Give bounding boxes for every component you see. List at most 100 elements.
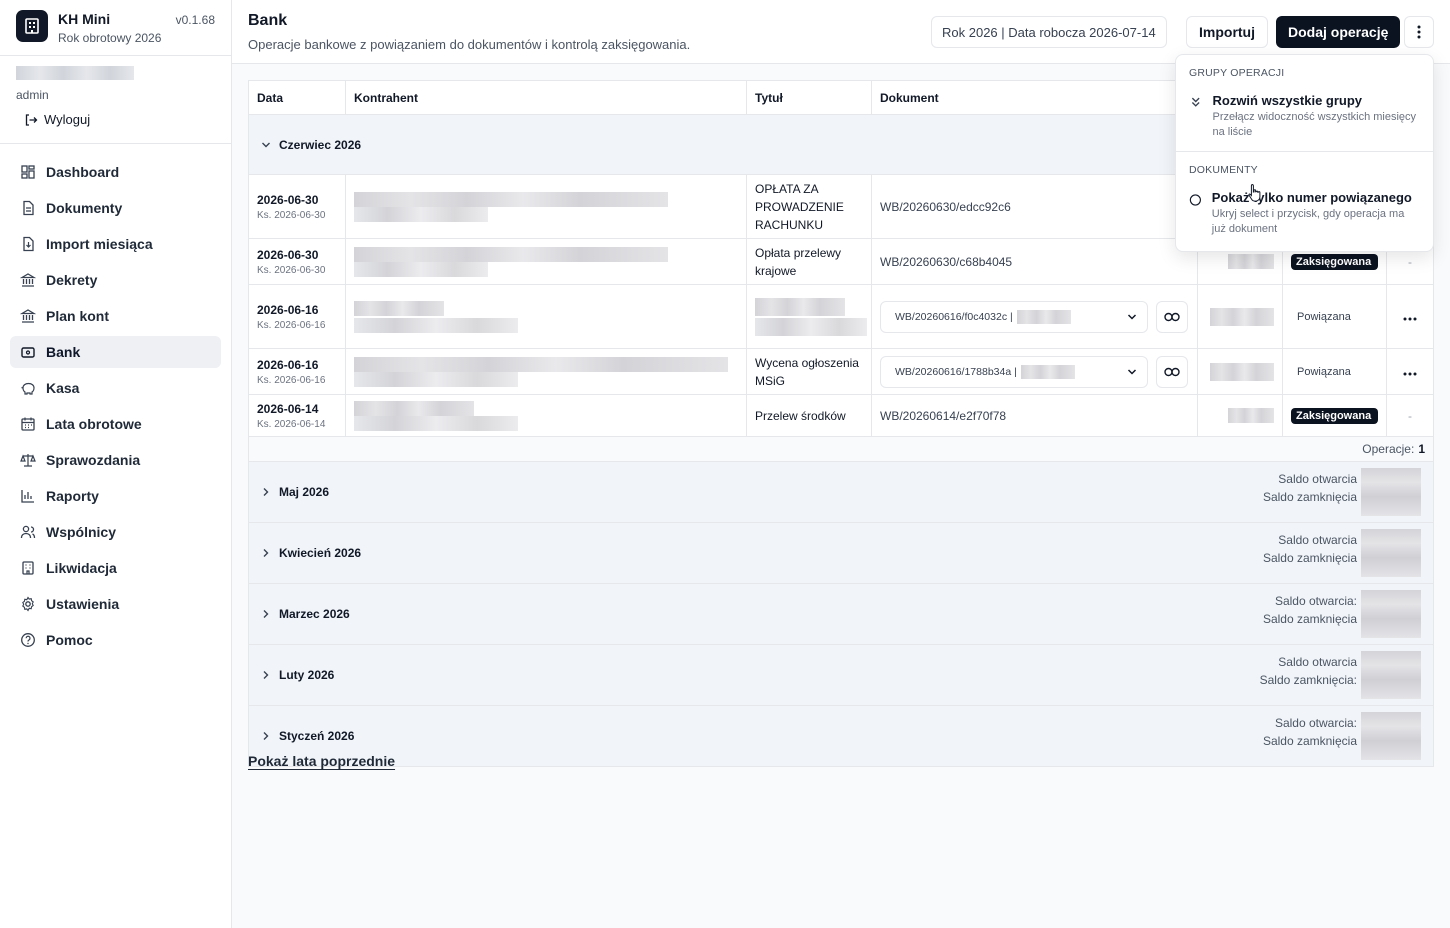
piggy-bank-icon: [21, 382, 35, 395]
kontrahent-redacted: [354, 317, 518, 333]
link-document-button[interactable]: [1156, 300, 1188, 333]
column-header-dokument[interactable]: Dokument: [872, 81, 1198, 114]
sidebar-item-label: Dokumenty: [46, 200, 123, 216]
group-header-maj[interactable]: Maj 2026 Saldo otwarcia Saldo zamknięcia: [249, 461, 1433, 522]
add-operation-button[interactable]: Dodaj operację: [1276, 16, 1401, 48]
status-badge: Powiązana: [1297, 365, 1351, 378]
show-previous-years-link[interactable]: Pokaż lata poprzednie: [248, 753, 395, 769]
radio-unchecked-icon[interactable]: [1189, 192, 1202, 208]
saldo-close-label: Saldo zamknięcia: [1262, 612, 1357, 626]
more-vertical-icon: [1417, 25, 1421, 39]
brand: KH Mini Rok obrotowy 2026 v0.1.68: [0, 0, 231, 56]
link-icon: [1164, 367, 1180, 376]
sidebar-item-lata-obrotowe[interactable]: Lata obrotowe: [10, 408, 221, 440]
amount-redacted: [1210, 362, 1274, 381]
sidebar-item-dekrety[interactable]: Dekrety: [10, 264, 221, 296]
group-label: Luty 2026: [279, 668, 335, 682]
sidebar-item-label: Import miesiąca: [46, 236, 153, 252]
app-version: v0.1.68: [175, 13, 215, 27]
operations-count: Operacje: 1: [249, 437, 1433, 461]
title-redacted: [755, 317, 867, 336]
operation-title: Wycena ogłoszenia MSiG: [755, 355, 859, 388]
document-select[interactable]: WB/20260616/f0c4032c |: [880, 300, 1148, 333]
amount-redacted: [1210, 307, 1274, 326]
saldo-close-label: Saldo zamknięcia:: [1259, 673, 1357, 687]
date-cell: 2026-06-30 Ks. 2026-06-30: [249, 175, 346, 238]
logout-button[interactable]: Wyloguj: [24, 112, 215, 127]
sidebar-item-dashboard[interactable]: Dashboard: [10, 156, 221, 188]
operation-title: OPŁATA ZA PROWADZENIE RACHUNKU: [755, 181, 844, 232]
document-cell: WB/20260630/edcc92c6: [872, 175, 1198, 238]
sidebar-item-likwidacja[interactable]: Likwidacja: [10, 552, 221, 584]
user-role: admin: [16, 88, 49, 102]
document-select-value: WB/20260616/1788b34a |: [895, 365, 1017, 378]
kontrahent-redacted: [354, 356, 728, 372]
saldo-redacted: [1361, 468, 1421, 516]
document-number: WB/20260630/c68b4045: [880, 254, 1013, 269]
group-header-kwiecien[interactable]: Kwiecień 2026 Saldo otwarcia Saldo zamkn…: [249, 522, 1433, 583]
import-button[interactable]: Importuj: [1186, 16, 1268, 48]
table-row[interactable]: 2026-06-16 Ks. 2026-06-16 Wycena ogłosze…: [249, 349, 1433, 395]
group-header-styczen[interactable]: Styczeń 2026 Saldo otwarcia: Saldo zamkn…: [249, 705, 1433, 766]
show-linked-number-only-desc: Ukryj select i przycisk, gdy operacja ma…: [1211, 208, 1405, 235]
booking-date: Ks. 2026-06-16: [257, 374, 326, 386]
amount-redacted: [1228, 254, 1274, 269]
table-row[interactable]: 2026-06-16 Ks. 2026-06-16 WB/20260616/f0…: [249, 285, 1433, 349]
title-cell: OPŁATA ZA PROWADZENIE RACHUNKU: [747, 175, 872, 238]
sidebar-item-pomoc[interactable]: Pomoc: [10, 624, 221, 656]
kontrahent-cell: [346, 395, 747, 436]
show-linked-number-only-item[interactable]: Pokaż tylko numer powiązanego Ukryj sele…: [1176, 190, 1433, 237]
status-cell: Powiązana: [1283, 349, 1387, 394]
booking-date: Ks. 2026-06-14: [257, 418, 326, 430]
nav: Dashboard Dokumenty Import miesiąca Dekr…: [0, 144, 231, 656]
sidebar-item-wspolnicy[interactable]: Wspólnicy: [10, 516, 221, 548]
title-cell: [747, 285, 872, 348]
date-cell: 2026-06-16 Ks. 2026-06-16: [249, 349, 346, 394]
document-select[interactable]: WB/20260616/1788b34a |: [880, 355, 1148, 388]
saldo-redacted: [1361, 529, 1421, 577]
wallet-icon: [21, 347, 35, 358]
sidebar-item-kasa[interactable]: Kasa: [10, 372, 221, 404]
sidebar-item-dokumenty[interactable]: Dokumenty: [10, 192, 221, 224]
kontrahent-redacted: [354, 206, 488, 222]
chevron-right-icon: [263, 671, 269, 679]
kontrahent-cell: [346, 239, 747, 284]
row-actions-button[interactable]: [1403, 365, 1417, 379]
saldo-close-label: Saldo zamknięcia: [1262, 551, 1357, 565]
sidebar-item-bank[interactable]: Bank: [10, 336, 221, 368]
status-badge: Zaksięgowana: [1291, 407, 1378, 424]
date-cell: 2026-06-16 Ks. 2026-06-16: [249, 285, 346, 348]
column-header-tytul[interactable]: Tytuł: [747, 81, 872, 114]
show-linked-number-only-title: Pokaż tylko numer powiązanego: [1211, 190, 1412, 205]
saldo-info: Saldo otwarcia Saldo zamknięcia: [1263, 531, 1357, 567]
chevron-down-icon: [1127, 313, 1137, 320]
saldo-open-label: Saldo otwarcia:: [1274, 716, 1357, 730]
grid-icon: [21, 165, 35, 179]
sidebar-item-raporty[interactable]: Raporty: [10, 480, 221, 512]
saldo-redacted: [1361, 651, 1421, 699]
booking-date: Ks. 2026-06-16: [257, 319, 326, 331]
sidebar-item-label: Lata obrotowe: [46, 416, 142, 432]
sidebar-item-import[interactable]: Import miesiąca: [10, 228, 221, 260]
saldo-open-label: Saldo otwarcia: [1278, 655, 1357, 669]
actions-cell: [1387, 285, 1433, 348]
sidebar-item-plan-kont[interactable]: Plan kont: [10, 300, 221, 332]
row-actions-button[interactable]: [1403, 310, 1417, 324]
sidebar-item-ustawienia[interactable]: Ustawienia: [10, 588, 221, 620]
actions-cell: -: [1387, 395, 1433, 436]
group-header-luty[interactable]: Luty 2026 Saldo otwarcia Saldo zamknięci…: [249, 644, 1433, 705]
operation-date: 2026-06-30: [257, 247, 319, 262]
operations-count-label: Operacje:: [1362, 442, 1415, 456]
app-name: KH Mini: [58, 11, 111, 27]
more-options-button[interactable]: [1404, 16, 1434, 48]
table-row[interactable]: 2026-06-14 Ks. 2026-06-14 Przelew środkó…: [249, 395, 1433, 437]
expand-all-groups-item[interactable]: Rozwiń wszystkie grupy Przełącz widoczno…: [1176, 93, 1433, 145]
status-badge: Powiązana: [1297, 310, 1351, 323]
column-header-kontrahent[interactable]: Kontrahent: [346, 81, 747, 114]
column-header-date[interactable]: Data: [249, 81, 346, 114]
sidebar-item-sprawozdania[interactable]: Sprawozdania: [10, 444, 221, 476]
link-document-button[interactable]: [1156, 355, 1188, 388]
options-dropdown: Grupy operacji Rozwiń wszystkie grupy Pr…: [1175, 54, 1434, 252]
logout-label: Wyloguj: [44, 112, 91, 127]
group-header-marzec[interactable]: Marzec 2026 Saldo otwarcia: Saldo zamkni…: [249, 583, 1433, 644]
